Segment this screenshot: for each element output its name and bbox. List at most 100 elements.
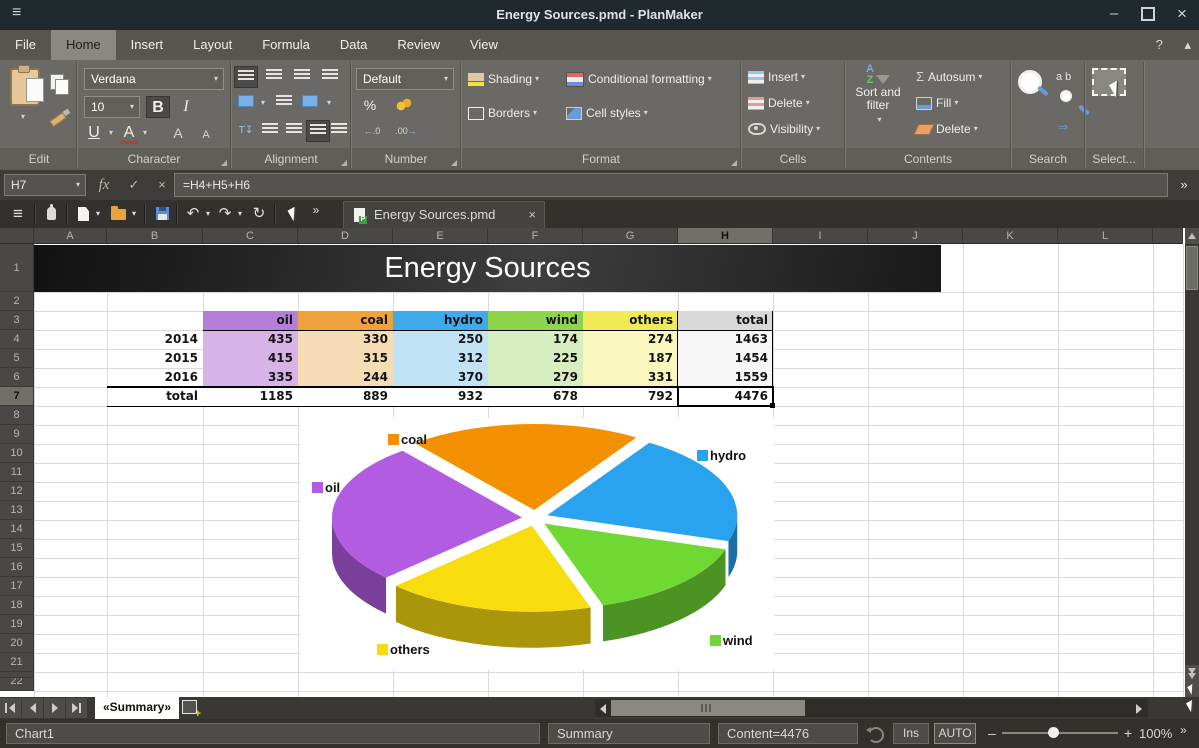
valign-center-button[interactable] — [262, 66, 286, 88]
pie-chart-object[interactable]: coal hydro oil others wind — [300, 418, 774, 670]
cell-H6[interactable]: 1559 — [678, 368, 773, 387]
zoom-in-button[interactable]: + — [1124, 723, 1132, 744]
row-header-2[interactable]: 2 — [0, 292, 34, 311]
row-header-8[interactable]: 8 — [0, 406, 34, 425]
cell-G5[interactable]: 187 — [583, 349, 678, 368]
row-header-20[interactable]: 20 — [0, 634, 34, 653]
column-header-partial[interactable] — [1153, 228, 1183, 244]
row-header-3[interactable]: 3 — [0, 311, 34, 330]
row-header-17[interactable]: 17 — [0, 577, 34, 596]
insert-mode-button[interactable]: Ins — [893, 723, 929, 744]
vertical-scroll-thumb[interactable] — [1186, 246, 1198, 290]
autosum-button[interactable]: ΣAutosum▾ — [916, 66, 982, 88]
number-format-combo[interactable]: Default▾ — [356, 68, 454, 90]
cell-header-others[interactable]: others — [583, 311, 678, 330]
scroll-up-button[interactable] — [1185, 228, 1199, 244]
legend-others[interactable]: others — [377, 642, 430, 657]
legend-hydro[interactable]: hydro — [697, 448, 746, 463]
cell-header-total[interactable]: total — [678, 311, 773, 330]
undo-dropdown-icon[interactable]: ▾ — [202, 200, 214, 228]
row-header-9[interactable]: 9 — [0, 425, 34, 444]
delete-contents-button[interactable]: Delete▾ — [916, 118, 978, 140]
add-sheet-button[interactable] — [182, 700, 197, 714]
zoom-level-label[interactable]: 100% — [1139, 723, 1172, 744]
cell-F6[interactable]: 279 — [488, 368, 583, 387]
menu-item-formula[interactable]: Formula — [247, 30, 325, 60]
title-banner-cell[interactable]: Energy Sources — [34, 245, 941, 292]
character-dialog-launcher[interactable] — [221, 160, 227, 166]
fill-button[interactable]: Fill▾ — [916, 92, 958, 114]
menu-item-insert[interactable]: Insert — [116, 30, 179, 60]
menu-item-layout[interactable]: Layout — [178, 30, 247, 60]
valign-justify-button[interactable] — [318, 66, 342, 88]
column-header-E[interactable]: E — [393, 228, 488, 244]
scroll-left-icon[interactable] — [600, 704, 606, 714]
cell-rowlabel-2015[interactable]: 2015 — [107, 349, 203, 368]
row-header-4[interactable]: 4 — [0, 330, 34, 349]
save-button[interactable] — [152, 200, 172, 228]
valign-bottom-button[interactable] — [290, 66, 314, 88]
toolbar-overflow-chevron-icon[interactable]: » — [306, 196, 326, 224]
sort-and-filter-button[interactable]: AZ Sort and filter▾ — [848, 64, 908, 126]
alignment-dialog-launcher[interactable] — [341, 160, 347, 166]
align-right-button[interactable] — [306, 120, 330, 142]
cell-G6[interactable]: 331 — [583, 368, 678, 387]
help-icon[interactable]: ? — [1156, 37, 1163, 52]
cell-G4[interactable]: 274 — [583, 330, 678, 349]
column-header-A[interactable]: A — [34, 228, 107, 244]
row-header-14[interactable]: 14 — [0, 520, 34, 539]
merge-dropdown-icon[interactable]: ▾ — [327, 92, 331, 114]
status-sheet-field[interactable]: Summary — [548, 723, 710, 744]
cell-E7[interactable]: 932 — [393, 387, 488, 406]
bold-button[interactable]: B — [146, 96, 170, 118]
row-header-21[interactable]: 21 — [0, 653, 34, 672]
menu-item-home[interactable]: Home — [51, 30, 116, 60]
last-sheet-button[interactable] — [66, 698, 87, 718]
formula-input[interactable]: =H4+H5+H6 — [174, 173, 1168, 197]
row-header-partial[interactable] — [0, 672, 34, 678]
cell-C5[interactable]: 415 — [203, 349, 298, 368]
font-name-combo[interactable]: Verdana▾ — [84, 68, 224, 90]
cell-D7[interactable]: 889 — [298, 387, 393, 406]
column-header-B[interactable]: B — [107, 228, 203, 244]
next-sheet-button[interactable] — [44, 698, 65, 718]
insert-function-button[interactable]: fx — [92, 174, 116, 196]
column-header-G[interactable]: G — [583, 228, 678, 244]
row-header-12[interactable]: 12 — [0, 482, 34, 501]
cell-header-wind[interactable]: wind — [488, 311, 583, 330]
statusbar-chevron-icon[interactable]: » — [1180, 720, 1187, 741]
minimize-button[interactable]: – — [1097, 0, 1131, 30]
cell-E5[interactable]: 312 — [393, 349, 488, 368]
row-header-10[interactable]: 10 — [0, 444, 34, 463]
italic-button[interactable]: I — [174, 96, 198, 118]
scroll-down-page-button[interactable] — [1185, 665, 1199, 681]
column-header-L[interactable]: L — [1058, 228, 1153, 244]
selected-cell-outline[interactable] — [677, 386, 774, 407]
sidebar-menu-icon[interactable]: ≡ — [6, 200, 30, 228]
cell-G7[interactable]: 792 — [583, 387, 678, 406]
column-header-C[interactable]: C — [203, 228, 298, 244]
horizontal-scroll-thumb[interactable] — [611, 700, 805, 716]
cell-F5[interactable]: 225 — [488, 349, 583, 368]
borders-button[interactable]: Borders▾ — [468, 102, 537, 124]
number-dialog-launcher[interactable] — [451, 160, 457, 166]
cell-H4[interactable]: 1463 — [678, 330, 773, 349]
cell-styles-button[interactable]: Cell styles▾ — [566, 102, 648, 124]
split-view-button[interactable] — [1185, 681, 1199, 697]
row-header-11[interactable]: 11 — [0, 463, 34, 482]
row-header-5[interactable]: 5 — [0, 349, 34, 368]
align-left-button[interactable] — [258, 120, 282, 142]
cell-header-coal[interactable]: coal — [298, 311, 393, 330]
maximize-button[interactable] — [1131, 0, 1165, 30]
cell-C4[interactable]: 435 — [203, 330, 298, 349]
sheet-tab-summary[interactable]: «Summary» — [95, 697, 179, 719]
cancel-entry-button[interactable]: × — [150, 174, 174, 196]
grow-font-button[interactable]: A — [166, 122, 190, 144]
column-header-K[interactable]: K — [963, 228, 1058, 244]
row-header-18[interactable]: 18 — [0, 596, 34, 615]
column-header-D[interactable]: D — [298, 228, 393, 244]
cell-H5[interactable]: 1454 — [678, 349, 773, 368]
scroll-right-icon[interactable] — [1136, 704, 1142, 714]
add-decimal-button[interactable]: ←.0 — [358, 120, 386, 142]
cell-E4[interactable]: 250 — [393, 330, 488, 349]
